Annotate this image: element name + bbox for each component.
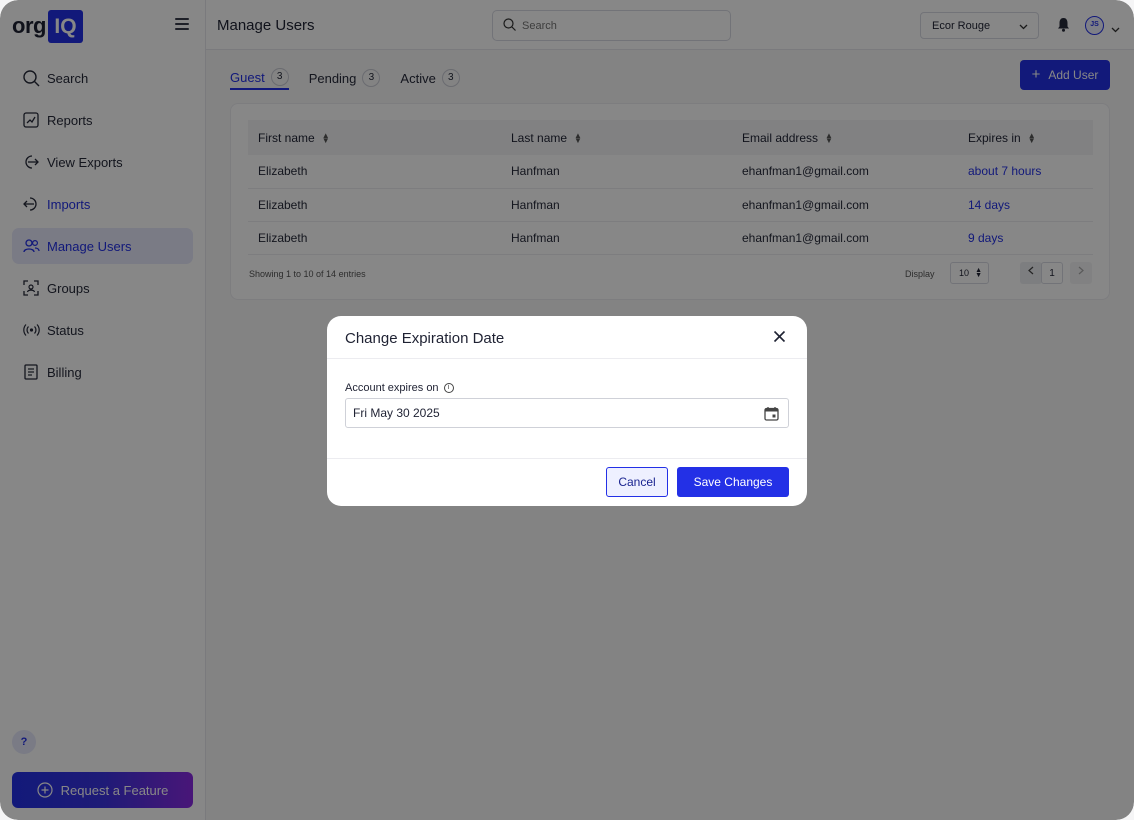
app-window: org IQ Search Reports View Exports Impor… xyxy=(0,0,1134,820)
info-icon[interactable]: i xyxy=(443,383,454,393)
field-label-text: Account expires on xyxy=(345,382,439,394)
cancel-button[interactable]: Cancel xyxy=(606,467,668,497)
calendar-icon[interactable] xyxy=(764,406,779,424)
expiration-date-input[interactable]: Fri May 30 2025 xyxy=(345,398,789,428)
modal-footer-divider xyxy=(327,458,807,459)
modal-title: Change Expiration Date xyxy=(345,330,505,347)
date-value: Fri May 30 2025 xyxy=(353,406,440,420)
close-icon[interactable] xyxy=(773,330,787,344)
change-expiration-modal: Change Expiration Date Account expires o… xyxy=(327,316,807,506)
save-changes-button[interactable]: Save Changes xyxy=(677,467,789,497)
field-label-account-expires: Account expires on i xyxy=(345,382,454,394)
modal-header: Change Expiration Date xyxy=(327,316,807,359)
